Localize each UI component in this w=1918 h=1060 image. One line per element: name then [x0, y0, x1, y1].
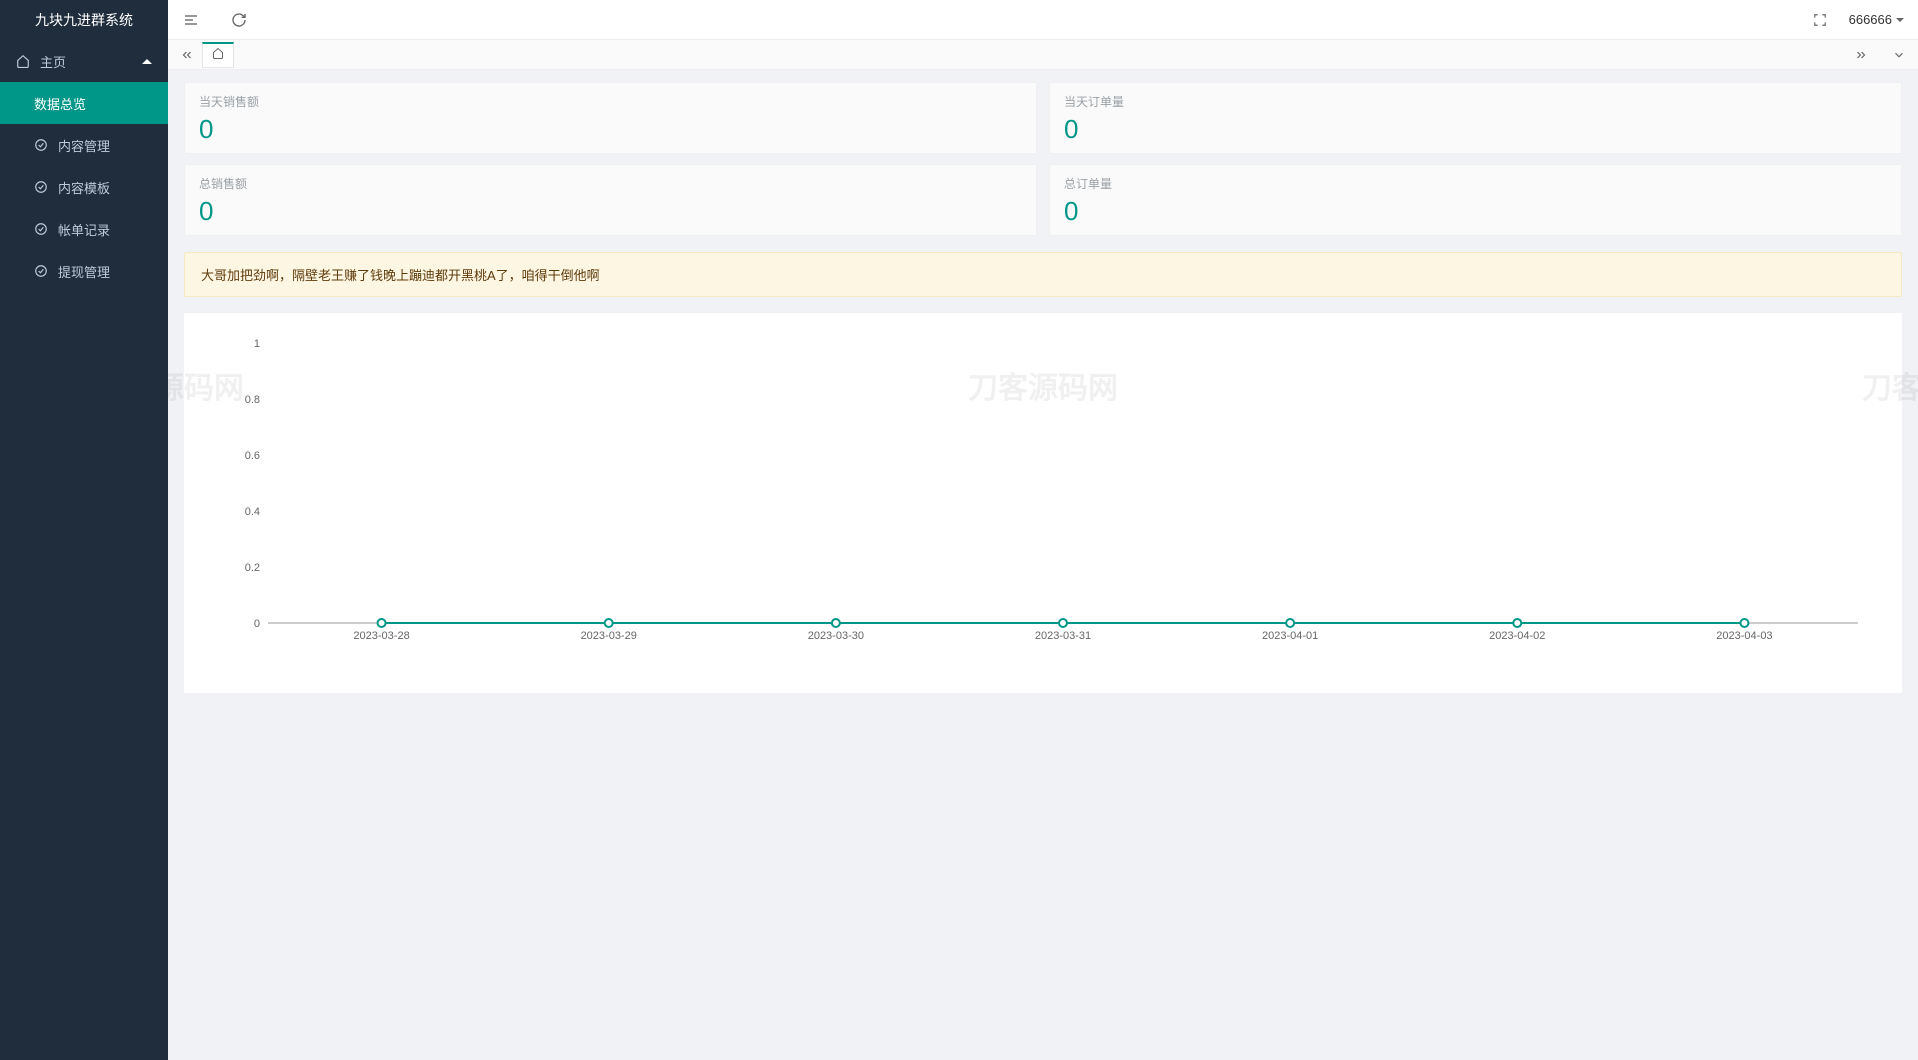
check-shield-icon [34, 138, 48, 152]
username: 666666 [1849, 12, 1892, 27]
chevron-up-icon [142, 59, 152, 64]
content-scroll[interactable]: 当天销售额 0 当天订单量 0 总销售额 0 总订单量 0 [168, 70, 1918, 1060]
svg-text:2023-04-01: 2023-04-01 [1262, 630, 1318, 642]
stat-value: 0 [1064, 114, 1887, 145]
alert-banner: 大哥加把劲啊，隔壁老王赚了钱晚上蹦迪都开黑桃A了，咱得干倒他啊 [184, 252, 1902, 297]
check-shield-icon [34, 180, 48, 194]
tabs-next-icon[interactable] [1852, 46, 1870, 64]
collapse-menu-icon[interactable] [182, 11, 200, 29]
refresh-icon[interactable] [230, 11, 248, 29]
main-area: 666666 [168, 0, 1918, 1060]
tabbar [168, 40, 1918, 70]
user-menu[interactable]: 666666 [1849, 12, 1904, 27]
stat-card-total-sales: 总销售额 0 [184, 164, 1037, 236]
sidebar-item-label: 内容模板 [58, 178, 110, 197]
stat-value: 0 [1064, 196, 1887, 227]
svg-text:0.6: 0.6 [245, 450, 260, 462]
alert-text: 大哥加把劲啊，隔壁老王赚了钱晚上蹦迪都开黑桃A了，咱得干倒他啊 [201, 268, 600, 283]
sidebar-item-bill-record[interactable]: 帐单记录 [0, 208, 168, 250]
svg-text:2023-03-29: 2023-03-29 [581, 630, 637, 642]
check-shield-icon [34, 264, 48, 278]
svg-text:1: 1 [254, 338, 260, 350]
home-icon [212, 46, 224, 64]
sidebar-item-label: 内容管理 [58, 136, 110, 155]
stat-label: 总订单量 [1064, 175, 1887, 192]
stat-value: 0 [199, 114, 1022, 145]
chevron-down-icon [1896, 18, 1904, 22]
svg-text:2023-04-03: 2023-04-03 [1716, 630, 1772, 642]
svg-text:0: 0 [254, 618, 260, 630]
home-icon [16, 54, 30, 68]
chart-container: 刀客源码网 刀客源码网 刀客源码网 00.20.40.60.812023-03-… [184, 313, 1902, 693]
sidebar-item-label: 提现管理 [58, 262, 110, 281]
svg-text:2023-03-30: 2023-03-30 [808, 630, 864, 642]
svg-text:2023-03-31: 2023-03-31 [1035, 630, 1091, 642]
svg-text:2023-03-28: 2023-03-28 [353, 630, 409, 642]
sidebar-item-label: 帐单记录 [58, 220, 110, 239]
stat-card-total-orders: 总订单量 0 [1049, 164, 1902, 236]
sidebar-item-content-template[interactable]: 内容模板 [0, 166, 168, 208]
stat-card-today-sales: 当天销售额 0 [184, 82, 1037, 154]
sidebar-item-content-manage[interactable]: 内容管理 [0, 124, 168, 166]
sidebar-item-withdraw-manage[interactable]: 提现管理 [0, 250, 168, 292]
stat-card-today-orders: 当天订单量 0 [1049, 82, 1902, 154]
svg-text:0.2: 0.2 [245, 562, 260, 574]
stat-label: 当天销售额 [199, 93, 1022, 110]
sidebar-item-overview[interactable]: 数据总览 [0, 82, 168, 124]
sidebar-item-label: 主页 [40, 52, 66, 71]
tab-home[interactable] [202, 42, 234, 68]
stat-value: 0 [199, 196, 1022, 227]
svg-text:0.8: 0.8 [245, 394, 260, 406]
tabs-more-icon[interactable] [1890, 46, 1908, 64]
svg-text:0.4: 0.4 [245, 506, 260, 518]
tabs-prev-icon[interactable] [178, 46, 196, 64]
app-title: 九块九进群系统 [0, 0, 168, 40]
sidebar-item-label: 数据总览 [34, 94, 86, 113]
svg-text:2023-04-02: 2023-04-02 [1489, 630, 1545, 642]
sidebar-item-home[interactable]: 主页 [0, 40, 168, 82]
topbar: 666666 [168, 0, 1918, 40]
fullscreen-icon[interactable] [1811, 11, 1829, 29]
stat-label: 当天订单量 [1064, 93, 1887, 110]
stat-label: 总销售额 [199, 175, 1022, 192]
sidebar: 九块九进群系统 主页 数据总览 内容管理 内容模板 [0, 0, 168, 1060]
check-shield-icon [34, 222, 48, 236]
line-chart: 0 0.2 0.4 0.6 0.8 1 2023-03-28 2023-03-29 2023-0… [208, 333, 1878, 653]
